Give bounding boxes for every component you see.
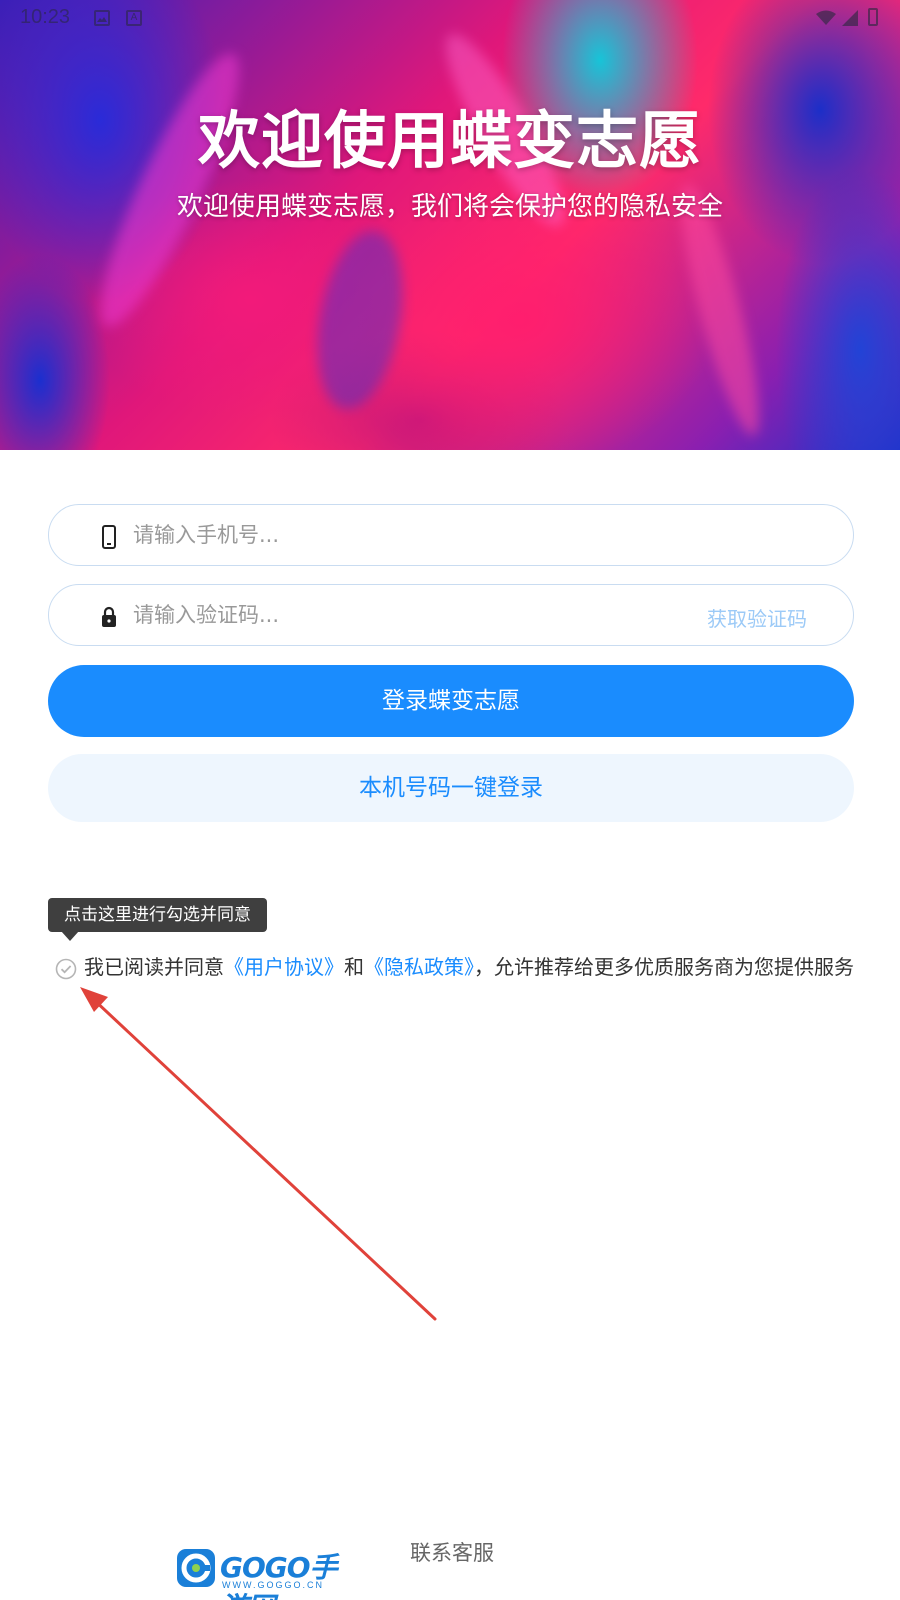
- agreement-and: 和: [344, 955, 364, 979]
- agreement-suffix: ，允许推荐给更多优质服务商为您提供服务: [474, 955, 854, 979]
- status-time: 10:23: [20, 6, 71, 28]
- agreement-tooltip: 点击这里进行勾选并同意: [48, 898, 267, 932]
- hero-subtitle: 欢迎使用蝶变志愿，我们将会保护您的隐私安全: [176, 192, 723, 222]
- status-bar: 10:23 A: [0, 0, 900, 34]
- get-code-button[interactable]: 获取验证码: [707, 603, 807, 632]
- hero-banner: 欢迎使用蝶变志愿 欢迎使用蝶变志愿，我们将会保护您的隐私安全: [0, 0, 900, 450]
- signal-icon: [842, 10, 858, 26]
- verification-code-field: 获取验证码: [48, 584, 854, 646]
- wifi-icon: [816, 10, 836, 25]
- phone-icon: [102, 525, 116, 549]
- battery-icon: [868, 8, 878, 26]
- privacy-policy-link[interactable]: 《隐私政策》: [364, 955, 474, 979]
- lock-icon: [102, 606, 116, 627]
- one-click-login-button[interactable]: 本机号码一键登录: [48, 754, 854, 822]
- contact-support-link[interactable]: 联系客服: [410, 1537, 494, 1567]
- phone-field: [48, 504, 854, 566]
- logo-text: GOGO手游网: [220, 1551, 338, 1600]
- agreement-prefix: 我已阅读并同意: [84, 955, 224, 979]
- agreement-text: 我已阅读并同意《用户协议》和《隐私政策》，允许推荐给更多优质服务商为您提供服务: [84, 952, 854, 982]
- phone-input[interactable]: [133, 505, 653, 565]
- tooltip-arrow: [61, 931, 79, 941]
- paint-streak: [304, 224, 416, 416]
- login-button[interactable]: 登录蝶变志愿: [48, 665, 854, 737]
- agree-checkbox[interactable]: [55, 958, 77, 980]
- logo-mark-icon: [177, 1549, 215, 1587]
- image-icon: [94, 10, 110, 26]
- user-agreement-link[interactable]: 《用户协议》: [224, 955, 344, 979]
- logo-subtext: WWW.GOGGO.CN: [222, 1580, 324, 1590]
- keyboard-a-icon: A: [126, 10, 142, 26]
- gogo-logo: GOGO手游网 WWW.GOGGO.CN: [176, 1544, 352, 1600]
- verification-code-input[interactable]: [133, 585, 653, 645]
- hero-title: 欢迎使用蝶变志愿: [197, 104, 702, 177]
